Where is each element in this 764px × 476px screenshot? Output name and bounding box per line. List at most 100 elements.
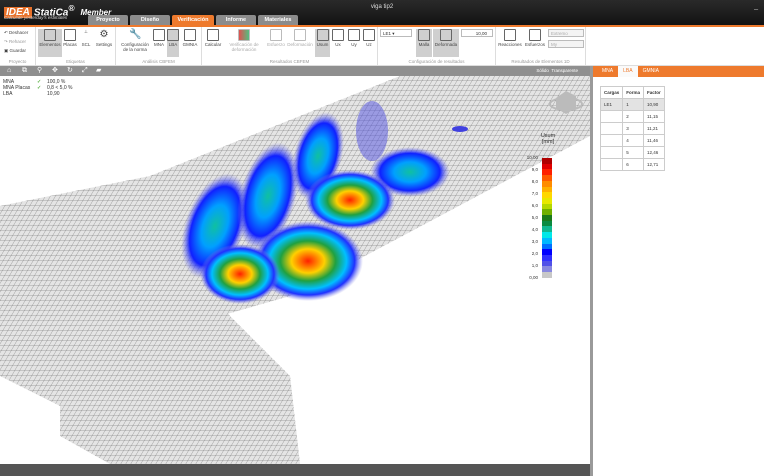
label: Placas xyxy=(63,42,77,47)
gear-icon: ⚙ xyxy=(99,29,109,40)
fit-icon[interactable]: ⤢ xyxy=(82,67,88,75)
verificacion-deformacion-button[interactable]: Verificación de deformación xyxy=(224,29,264,52)
rotate-icon[interactable]: ↻ xyxy=(67,67,73,75)
ux-button[interactable]: Ux xyxy=(331,29,345,47)
transparent-mode[interactable]: Transparente xyxy=(551,68,578,73)
scl-button[interactable]: ⊥ SCL xyxy=(79,29,93,47)
calcular-button[interactable]: Calcular xyxy=(204,29,222,47)
group-label: Resultados CBFEM xyxy=(269,59,310,64)
home-icon[interactable]: ⌂ xyxy=(7,67,11,75)
reacciones-button[interactable]: Reacciones xyxy=(498,29,522,47)
placas-button[interactable]: Placas xyxy=(63,29,77,47)
esfuerzos-button[interactable]: Esfuerzos xyxy=(524,29,546,47)
reactions-icon xyxy=(504,29,516,41)
legend-label: 4,0 xyxy=(531,227,538,232)
table-cell: 11,15 xyxy=(643,110,665,123)
table-cell: 12,46 xyxy=(643,146,665,159)
malla-button[interactable]: Malla xyxy=(416,29,432,57)
tab-materiales[interactable]: Materiales xyxy=(258,15,298,25)
save-button[interactable]: ▣ Guardar xyxy=(4,48,26,54)
pan-icon[interactable]: ✥ xyxy=(52,67,58,75)
legend-label: 2,0 xyxy=(531,251,538,256)
elementos-button[interactable]: Elementos xyxy=(38,29,62,57)
wrench-icon: 🔧 xyxy=(129,29,142,40)
check-name: LBA xyxy=(3,91,13,97)
tab-diseno[interactable]: Diseño xyxy=(130,15,170,25)
label: SCL xyxy=(81,42,91,47)
table-cell: 11,46 xyxy=(643,134,665,147)
table-cell: 5 xyxy=(622,146,645,159)
label: Uz xyxy=(366,42,372,47)
title-bar: IDEA StatiCa® Member Calculate yesterday's… xyxy=(0,0,764,26)
tab-verificacion[interactable]: Verificación xyxy=(172,15,214,25)
select-value: My xyxy=(551,42,557,47)
model-render[interactable] xyxy=(0,76,590,464)
extremo-select[interactable]: Extremo xyxy=(548,29,584,37)
legend-label: 10,00 xyxy=(526,155,538,160)
uy-icon xyxy=(348,29,360,41)
buckle-zone xyxy=(305,170,395,230)
group-elementos-1d: Reacciones Esfuerzos Extremo My Resultad… xyxy=(496,27,586,66)
label: Malla xyxy=(418,42,430,47)
solid-mode[interactable]: Sólido xyxy=(536,68,549,73)
table-row[interactable]: LE1 1 10,90 xyxy=(599,98,665,111)
table-row[interactable]: 2 11,15 xyxy=(599,110,665,123)
table-row[interactable]: 4 11,46 xyxy=(599,134,665,147)
zoom-icon[interactable]: ⚲ xyxy=(37,67,42,75)
label: Verificación de deformación xyxy=(229,42,259,52)
mna-icon xyxy=(153,29,165,41)
ux-icon xyxy=(332,29,344,41)
legend-swatch xyxy=(542,272,552,278)
deformacion-button[interactable]: Deformación xyxy=(286,29,314,47)
window-title: viga tip2 xyxy=(370,4,394,10)
table-cell: LE1 xyxy=(599,98,624,111)
uy-button[interactable]: Uy xyxy=(347,29,361,47)
table-row[interactable]: 5 12,46 xyxy=(599,146,665,159)
minimize-button[interactable]: _ xyxy=(754,3,758,10)
3d-viewport[interactable]: MNA ✓ 100,0 % MNA Placas ✓ 0,8 < 5,0 % LBA 10… xyxy=(0,76,590,464)
scale-input[interactable]: 10,00 xyxy=(461,29,493,37)
legend-label: 1,0 xyxy=(531,263,538,268)
uz-button[interactable]: Uz xyxy=(362,29,376,47)
zoom-window-icon[interactable]: ⧉ xyxy=(22,67,27,75)
norma-config-button[interactable]: 🔧 Configuración de la norma xyxy=(118,29,152,52)
legend-label: 3,0 xyxy=(531,239,538,244)
results-panel: MNA LBA GMNIA Cargas Forma Factor LE1 1 10,9… xyxy=(593,66,764,464)
table-row[interactable]: 6 12,71 xyxy=(599,158,665,171)
table-cell: 10,90 xyxy=(643,98,665,111)
esfuerzo-button[interactable]: Esfuerzo xyxy=(265,29,287,47)
undo-button[interactable]: ↶ Deshacer xyxy=(4,30,28,36)
label: Deformada xyxy=(434,42,458,47)
check-summary: MNA ✓ 100,0 % MNA Placas ✓ 0,8 < 5,0 % LBA 10… xyxy=(3,79,72,97)
settings-button[interactable]: ⚙ Settings xyxy=(94,29,114,47)
table-cell: 11,21 xyxy=(643,122,665,135)
panel-tab-mna[interactable]: MNA xyxy=(597,66,618,77)
group-analisis: 🔧 Configuración de la norma MNA LBA GMNIA… xyxy=(116,27,202,66)
table-cell: 12,71 xyxy=(643,158,665,171)
table-cell: 4 xyxy=(622,134,645,147)
panel-tab-gmnia[interactable]: GMNIA xyxy=(638,66,664,77)
select-value: Extremo xyxy=(551,31,568,36)
table-row[interactable]: 3 11,21 xyxy=(599,122,665,135)
panel-tab-lba[interactable]: LBA xyxy=(618,66,638,77)
table-cell: 6 xyxy=(622,158,645,171)
group-resultados: Calcular Verificación de deformación Esf… xyxy=(202,27,378,66)
view-cube-icon[interactable]: ▰ xyxy=(96,67,101,75)
deformada-button[interactable]: Deformada xyxy=(433,29,459,57)
buckle-zone xyxy=(356,101,388,161)
load-case-select[interactable]: LE1 ▾ xyxy=(380,29,412,37)
gmnia-button[interactable]: GMNIA xyxy=(181,29,199,47)
lba-table: Cargas Forma Factor LE1 1 10,90 2 11,15 3 11,21 4… xyxy=(599,86,665,171)
group-label: Configuración de resultados xyxy=(408,59,465,64)
legend-label: 9,0 xyxy=(531,167,538,172)
tab-proyecto[interactable]: Proyecto xyxy=(88,15,128,25)
mna-button[interactable]: MNA xyxy=(153,29,165,47)
table-cell: 1 xyxy=(622,98,645,111)
tab-informe[interactable]: Informe xyxy=(216,15,256,25)
my-select[interactable]: My xyxy=(548,40,584,48)
usum-button[interactable]: Usum xyxy=(315,29,330,57)
lba-button[interactable]: LBA xyxy=(167,29,179,57)
label: Reacciones xyxy=(498,42,522,47)
strain-icon xyxy=(294,29,306,41)
redo-button[interactable]: ↷ Rehacer xyxy=(4,39,26,45)
